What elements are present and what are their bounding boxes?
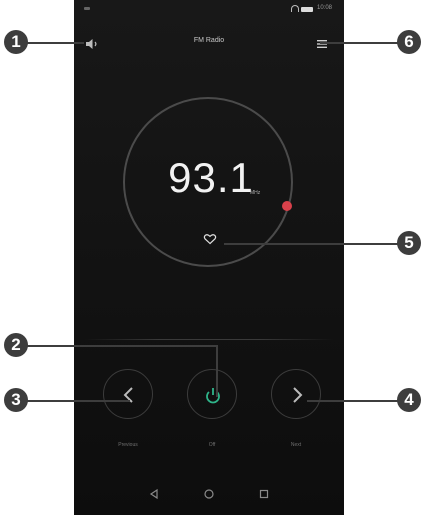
battery-icon — [301, 7, 313, 12]
callout-badge-5: 5 — [397, 231, 421, 255]
callout-3-line — [26, 400, 130, 402]
callout-4-line — [307, 400, 399, 402]
next-button[interactable] — [271, 369, 321, 419]
headset-icon — [291, 5, 299, 12]
power-label: Off — [208, 442, 216, 448]
callout-5-line — [224, 243, 400, 245]
callout-2-line-drop — [216, 345, 218, 397]
callout-badge-6: 6 — [397, 30, 421, 54]
status-bar: 10:08 — [74, 0, 344, 22]
fm-radio-screen: 10:08 FM Radio 93.1 MHz Previous Off Nex… — [74, 0, 344, 515]
callout-6-line — [320, 42, 398, 44]
page-title: FM Radio — [193, 37, 225, 44]
chevron-right-icon — [293, 387, 303, 403]
previous-button[interactable] — [103, 369, 153, 419]
callout-2-line — [26, 345, 218, 347]
tuning-marker[interactable] — [282, 201, 292, 211]
status-time: 10:08 — [317, 5, 333, 11]
notification-icon — [84, 7, 90, 10]
callout-badge-4: 4 — [397, 388, 421, 412]
nav-back-icon[interactable] — [148, 488, 160, 500]
callout-badge-1: 1 — [4, 30, 28, 54]
callout-badge-3: 3 — [4, 388, 28, 412]
callout-badge-2: 2 — [4, 333, 28, 357]
frequency-unit: MHz — [250, 190, 261, 196]
next-label: Next — [290, 442, 302, 448]
nav-recent-icon[interactable] — [258, 488, 270, 500]
power-icon — [206, 388, 220, 404]
divider — [84, 339, 334, 340]
previous-label: Previous — [118, 442, 138, 448]
callout-1-line — [26, 42, 84, 44]
power-button[interactable] — [187, 369, 237, 419]
favorite-heart-icon[interactable] — [203, 232, 217, 245]
chevron-left-icon — [123, 387, 133, 403]
annotated-screenshot: 10:08 FM Radio 93.1 MHz Previous Off Nex… — [0, 0, 425, 515]
nav-home-icon[interactable] — [203, 488, 215, 500]
speaker-icon[interactable] — [84, 37, 100, 49]
